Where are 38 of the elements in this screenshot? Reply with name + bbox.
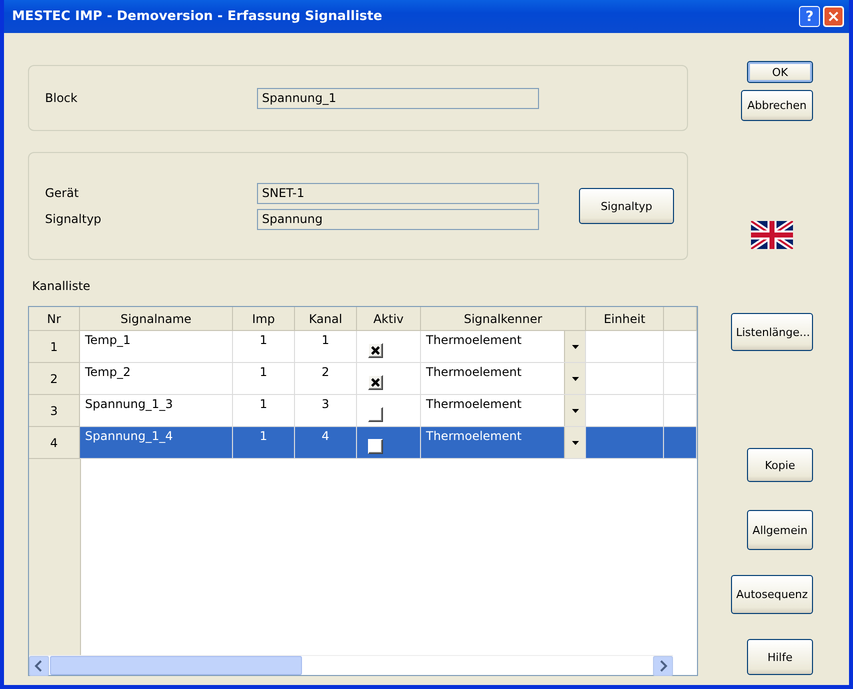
row-number: 4 <box>50 436 58 450</box>
table-cell: 2 <box>295 363 357 395</box>
dialog-button[interactable]: Kopie <box>747 448 813 482</box>
dialog-button[interactable]: Autosequenz <box>731 575 813 614</box>
dialog-button[interactable]: Abbrechen <box>741 90 813 121</box>
text-field[interactable]: Spannung <box>257 208 539 230</box>
table-cell: Temp_2 <box>80 363 233 395</box>
field-label: Signaltyp <box>45 212 102 226</box>
signal-type-button[interactable]: Signaltyp <box>579 188 674 224</box>
row-number: 1 <box>50 340 58 354</box>
table-cell-text: Thermoelement <box>425 364 523 381</box>
block-label: Block <box>45 91 78 105</box>
table-row[interactable]: 4 Spannung_1_4 1 4 Thermoelement <box>29 427 697 459</box>
dialog-button[interactable]: Listenlänge... <box>731 313 813 351</box>
row-number: 3 <box>50 404 58 418</box>
table-cell: 1 <box>233 331 295 363</box>
block-field[interactable]: Spannung_1 <box>257 88 539 108</box>
help-button[interactable]: ? <box>799 6 820 27</box>
table-cell-text: Thermoelement <box>425 428 523 445</box>
dialog-button[interactable]: Hilfe <box>747 639 813 675</box>
field-label: Gerät <box>45 186 80 200</box>
channel-list-label: Kanalliste <box>32 279 90 293</box>
table-cell-text: Thermoelement <box>425 396 523 413</box>
table-cell-text: Thermoelement <box>425 332 523 349</box>
table-row[interactable]: 1 Temp_1 1 1 Thermoelement <box>29 331 697 363</box>
row-number: 2 <box>50 372 58 386</box>
table-cell: Spannung_1_4 <box>80 427 233 459</box>
table-cell: 1 <box>233 427 295 459</box>
table-cell: Temp_1 <box>80 331 233 363</box>
dialog-button[interactable]: OK <box>747 61 813 83</box>
column-header[interactable]: Nr <box>47 312 61 326</box>
table-cell: 4 <box>295 427 357 459</box>
table-cell: 1 <box>233 363 295 395</box>
text-field[interactable]: SNET-1 <box>257 182 539 204</box>
window-title: MESTEC IMP - Demoversion - Erfassung Signalliste <box>12 9 384 24</box>
table-row[interactable]: 2 Temp_2 1 2 Thermoelement <box>29 363 697 395</box>
table-cell: 1 <box>295 331 357 363</box>
dialog-button[interactable]: Allgemein <box>747 510 813 550</box>
